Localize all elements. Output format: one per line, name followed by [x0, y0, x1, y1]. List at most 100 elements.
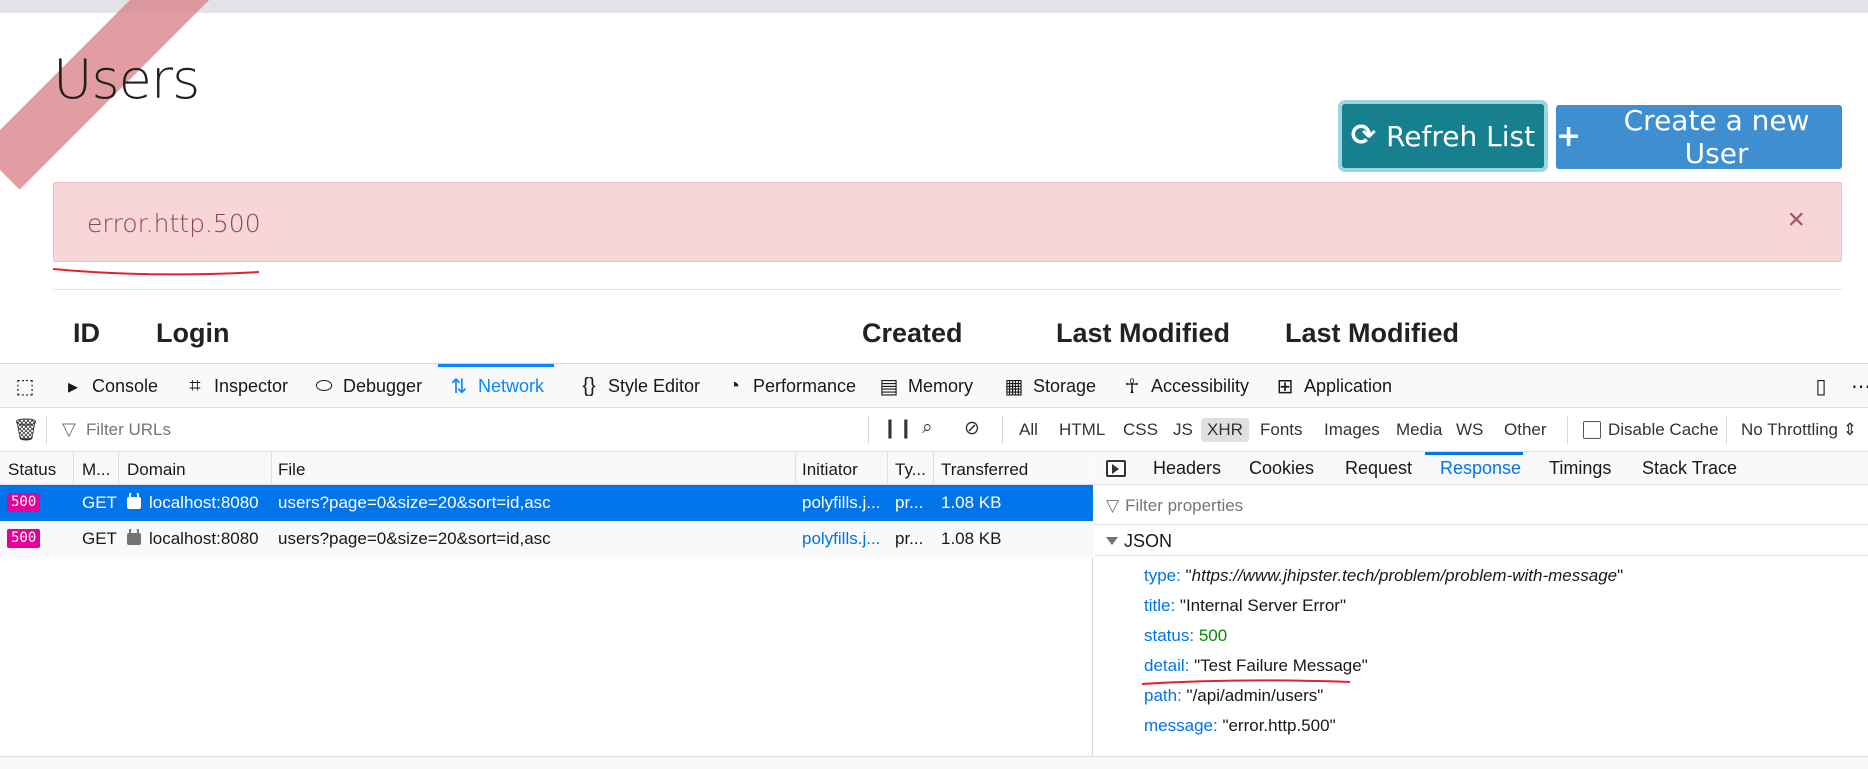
request-list: Status M... Domain File Initiator Ty... … — [0, 452, 1093, 756]
gauge-icon: ◔ — [727, 374, 741, 397]
tab-console[interactable]: ▸ Console — [52, 364, 168, 408]
create-user-label: Create a new User — [1623, 104, 1810, 170]
request-domain: localhost:8080 — [127, 493, 259, 513]
network-filter-bar: 🗑 ▽ ❙❙ ⌕ ⊘ All HTML CSS JS XHR Fonts Ima… — [0, 408, 1868, 452]
create-user-button[interactable]: + Create a new User — [1556, 104, 1842, 170]
filter-type-xhr[interactable]: XHR — [1201, 418, 1249, 442]
filter-urls-input[interactable] — [60, 416, 860, 444]
filter-type-images[interactable]: Images — [1318, 418, 1386, 442]
tab-style-editor[interactable]: {} Style Editor — [568, 364, 710, 408]
toggle-panel-icon[interactable] — [1106, 460, 1126, 477]
filter-type-other[interactable]: Other — [1498, 418, 1553, 442]
disable-cache-checkbox[interactable] — [1583, 421, 1601, 439]
network-status-bar — [0, 756, 1868, 769]
grid-icon: ⊞ — [1276, 375, 1294, 398]
tab-performance[interactable]: ◔ Performance — [713, 364, 866, 408]
filter-properties-input[interactable] — [1125, 496, 1626, 516]
tab-memory[interactable]: ▤ Memory — [868, 364, 983, 408]
request-type: pr... — [895, 493, 924, 512]
filter-icon: ▽ — [1106, 496, 1120, 515]
filter-type-all[interactable]: All — [1013, 418, 1044, 442]
filter-type-ws[interactable]: WS — [1450, 418, 1489, 442]
json-row-detail: detail: "Test Failure Message" — [1144, 656, 1368, 675]
tab-debugger[interactable]: ⬭ Debugger — [303, 364, 432, 408]
block-icon[interactable]: ⊘ — [964, 417, 980, 440]
status-badge: 500 — [7, 493, 41, 512]
column-header-last-modified-date[interactable]: Last Modified — [1285, 318, 1459, 349]
tab-inspector[interactable]: ⌗ Inspector — [174, 364, 298, 408]
table-divider — [53, 289, 1842, 290]
col-type[interactable]: Ty... — [895, 460, 926, 480]
request-type: pr... — [895, 529, 924, 548]
page-title: Users — [53, 48, 200, 111]
disable-cache-label: Disable Cache — [1608, 420, 1719, 439]
inspector-icon: ⌗ — [189, 374, 201, 397]
json-section-header[interactable]: JSON — [1094, 524, 1868, 556]
column-header-id[interactable]: ID — [73, 318, 100, 349]
tab-storage[interactable]: ▦ Storage — [993, 364, 1106, 408]
json-label: JSON — [1124, 531, 1173, 551]
filter-type-css[interactable]: CSS — [1117, 418, 1164, 442]
trash-icon[interactable]: 🗑 — [12, 417, 40, 443]
tab-timings[interactable]: Timings — [1549, 458, 1611, 479]
filter-type-html[interactable]: HTML — [1053, 418, 1111, 442]
tab-application[interactable]: ⊞ Application — [1264, 364, 1402, 408]
request-file: users?page=0&size=20&sort=id,asc — [278, 493, 551, 512]
request-transferred: 1.08 KB — [941, 493, 1002, 512]
col-method[interactable]: M... — [82, 460, 110, 480]
col-file[interactable]: File — [278, 460, 305, 480]
request-domain: localhost:8080 — [127, 529, 259, 549]
braces-icon: {} — [582, 374, 596, 397]
tab-stack-trace[interactable]: Stack Trace — [1642, 458, 1737, 479]
responsive-mode-icon[interactable]: ▯ — [1800, 364, 1842, 408]
filter-type-js[interactable]: JS — [1167, 418, 1199, 442]
chevron-down-icon — [1106, 537, 1118, 545]
status-badge: 500 — [7, 529, 41, 548]
separator — [1002, 416, 1003, 444]
column-header-last-modified-by[interactable]: Last Modified — [1056, 318, 1230, 349]
request-row[interactable]: 500 GET localhost:8080 users?page=0&size… — [0, 485, 1093, 521]
refresh-list-button[interactable]: ⟳ Refreh List — [1342, 104, 1544, 168]
refresh-list-label: Refreh List — [1386, 119, 1536, 153]
request-method: GET — [82, 493, 117, 512]
request-initiator[interactable]: polyfills.j... — [802, 529, 880, 549]
tab-request[interactable]: Request — [1345, 458, 1412, 479]
throttling-select[interactable]: No Throttling ⇕ — [1735, 418, 1863, 442]
storage-icon: ▦ — [1004, 375, 1024, 398]
separator — [46, 416, 47, 444]
request-initiator[interactable]: polyfills.j... — [802, 493, 880, 513]
pause-icon[interactable]: ❙❙ — [882, 417, 914, 440]
tab-accessibility[interactable]: ☥ Accessibility — [1111, 364, 1259, 408]
filter-type-media[interactable]: Media — [1390, 418, 1448, 442]
request-file: users?page=0&size=20&sort=id,asc — [278, 529, 551, 548]
col-domain[interactable]: Domain — [127, 460, 186, 480]
separator — [1567, 416, 1568, 444]
separator — [1726, 416, 1727, 444]
tab-response[interactable]: Response — [1440, 458, 1521, 479]
pick-element-icon[interactable]: ⬚ — [4, 364, 46, 408]
tab-headers[interactable]: Headers — [1153, 458, 1221, 479]
filter-type-fonts[interactable]: Fonts — [1254, 418, 1309, 442]
filter-properties: ▽ — [1106, 496, 1626, 516]
debugger-icon: ⬭ — [315, 374, 333, 397]
col-initiator[interactable]: Initiator — [802, 460, 858, 480]
json-row-title: title: "Internal Server Error" — [1144, 596, 1346, 615]
search-icon[interactable]: ⌕ — [922, 417, 933, 439]
plus-icon: + — [1556, 119, 1582, 154]
tab-cookies[interactable]: Cookies — [1249, 458, 1314, 479]
tab-network[interactable]: ⇅ Network — [438, 364, 555, 408]
memory-icon: ▤ — [879, 375, 899, 398]
json-row-path: path: "/api/admin/users" — [1144, 686, 1324, 705]
lock-icon — [127, 493, 141, 509]
annotation-underline — [52, 268, 260, 276]
browser-top-strip — [0, 0, 1868, 13]
col-transferred[interactable]: Transferred — [941, 460, 1028, 480]
more-options-icon[interactable]: ⋯ — [1840, 364, 1868, 408]
column-header-login[interactable]: Login — [156, 318, 229, 349]
detail-tabs: Headers Cookies Request Response Timings… — [1094, 452, 1868, 485]
request-row[interactable]: 500 GET localhost:8080 users?page=0&size… — [0, 521, 1093, 557]
col-status[interactable]: Status — [8, 460, 56, 480]
request-list-header: Status M... Domain File Initiator Ty... … — [0, 452, 1093, 485]
column-header-created[interactable]: Created — [862, 318, 963, 349]
close-icon[interactable]: × — [1787, 205, 1805, 235]
